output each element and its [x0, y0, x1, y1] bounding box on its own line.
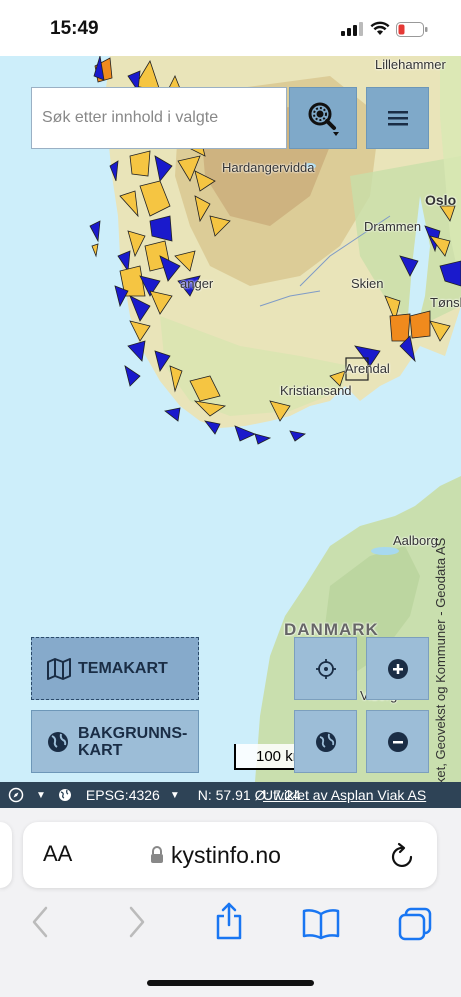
cellular-signal-icon	[341, 22, 363, 36]
place-stavanger: anger	[180, 276, 214, 291]
scale-label: 100 km	[256, 748, 294, 765]
minus-icon	[387, 731, 408, 752]
place-skien: Skien	[351, 276, 384, 291]
forward-icon[interactable]	[127, 905, 147, 939]
url-text[interactable]: kystinfo.no	[171, 842, 281, 869]
browser-toolbar: AA kystinfo.no	[0, 808, 461, 997]
dropdown-arrow-icon[interactable]: ▼	[36, 790, 46, 801]
text-size-label: AA	[43, 841, 73, 866]
back-icon[interactable]	[30, 905, 50, 939]
projection-select[interactable]: EPSG:4326	[86, 787, 160, 803]
bakgrunnskart-button[interactable]: BAKGRUNNS- KART	[31, 710, 199, 773]
developer-credit-link[interactable]: Utviklet av Asplan Viak AS	[263, 787, 426, 803]
place-tonsberg: Tønsberg	[430, 295, 461, 310]
hamburger-icon	[387, 111, 408, 126]
globe-icon	[58, 789, 71, 801]
bookmarks-icon[interactable]	[301, 908, 341, 940]
search-input[interactable]	[32, 88, 286, 148]
lock-icon	[151, 846, 163, 863]
globe-icon	[315, 731, 336, 752]
reload-icon[interactable]	[390, 841, 416, 869]
wifi-icon	[370, 21, 390, 35]
status-bar: 15:49	[0, 0, 461, 56]
bakgrunnskart-label-line1: BAKGRUNNS-	[78, 724, 188, 742]
plus-icon	[387, 658, 408, 679]
map-icon	[47, 657, 71, 680]
crosshair-icon	[315, 658, 336, 679]
search-tool-button[interactable]	[289, 87, 357, 149]
zoom-in-button[interactable]	[366, 637, 429, 700]
dropdown-arrow-icon[interactable]: ▼	[170, 790, 180, 801]
place-aalborg: Aalborg	[393, 533, 438, 548]
compass-icon[interactable]	[8, 787, 24, 803]
scale-bar: 100 km	[234, 744, 294, 770]
tabs-icon[interactable]	[397, 906, 433, 942]
map-attribution: Kartverket, Geovekst og Kommuner - Geoda…	[433, 537, 448, 782]
share-icon[interactable]	[214, 901, 244, 941]
place-drammen: Drammen	[364, 219, 422, 234]
place-hardangervidda: Hardangervidda	[222, 160, 315, 175]
search-box[interactable]	[31, 87, 287, 149]
zoom-out-button[interactable]	[366, 710, 429, 773]
place-arendal: Arendal	[345, 361, 390, 376]
status-time: 15:49	[50, 18, 99, 39]
coordinate-bar: ▼ EPSG:4326 ▼ N: 57.91 Ø: 7.24 Utviklet …	[0, 782, 461, 808]
battery-icon	[396, 22, 428, 37]
world-view-button[interactable]	[294, 710, 357, 773]
home-indicator	[147, 980, 314, 986]
menu-button[interactable]	[366, 87, 429, 149]
previous-tab-edge[interactable]	[0, 822, 12, 888]
locate-button[interactable]	[294, 637, 357, 700]
place-lillehammer: Lillehammer	[375, 57, 446, 72]
globe-icon	[48, 731, 68, 752]
temakart-label: TEMAKART	[78, 660, 168, 677]
place-kristiansand: Kristiansand	[280, 383, 352, 398]
text-size-button[interactable]: AA	[43, 841, 72, 867]
temakart-button[interactable]: TEMAKART	[31, 637, 199, 700]
magnifier-gear-icon	[308, 102, 339, 136]
bakgrunnskart-label-line2: KART	[78, 741, 123, 759]
address-bar[interactable]: AA kystinfo.no	[23, 822, 437, 888]
place-oslo: Oslo	[425, 192, 457, 208]
